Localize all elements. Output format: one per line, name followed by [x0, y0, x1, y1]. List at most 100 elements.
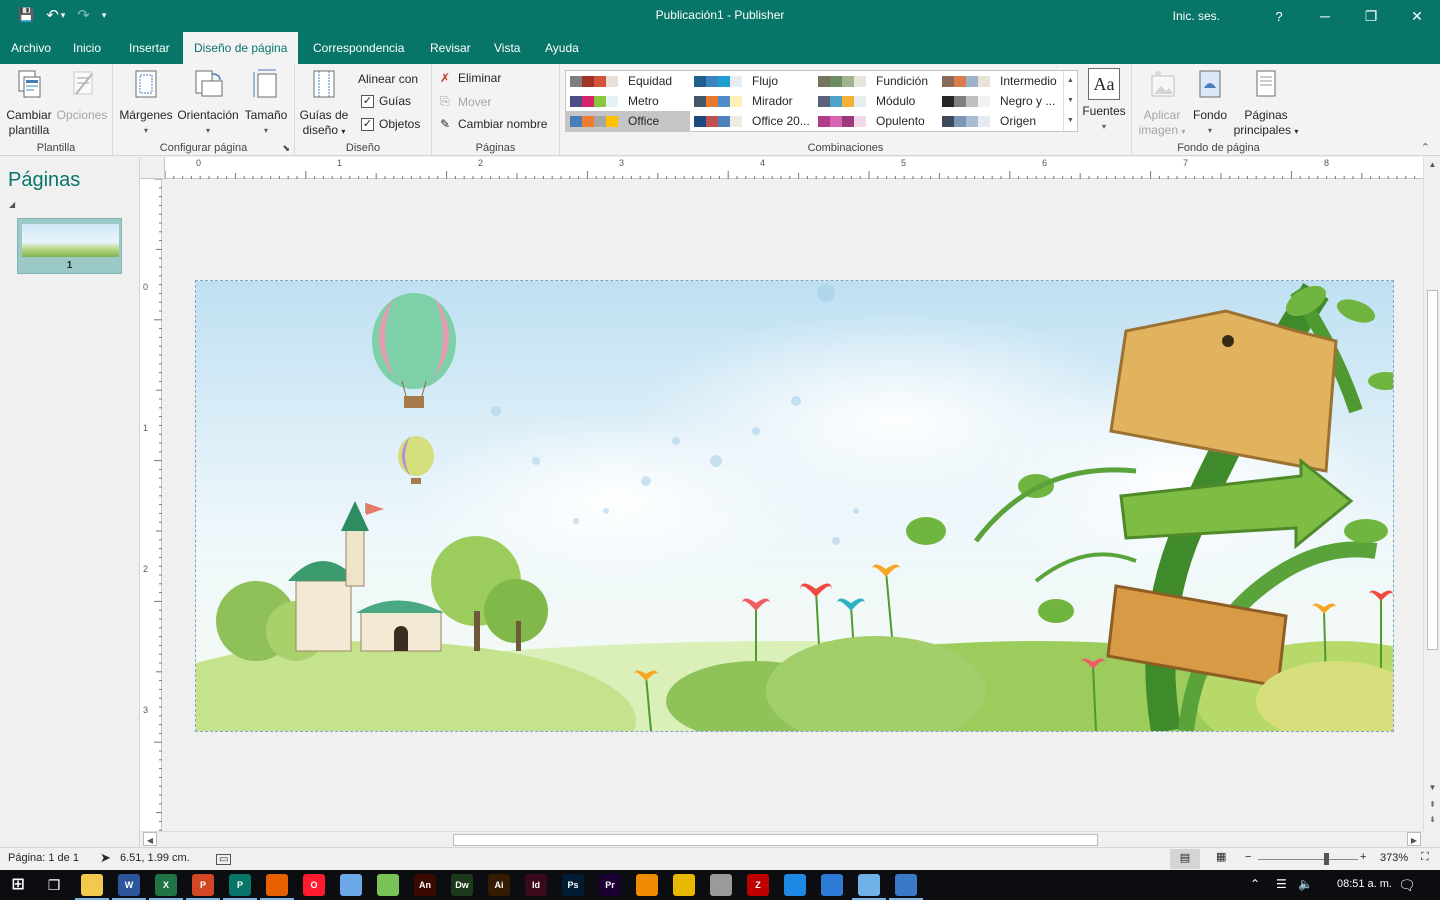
- color-scheme-item[interactable]: Origen: [938, 111, 1062, 131]
- taskbar-app-blue-icon[interactable]: [784, 874, 806, 896]
- taskbar-publisher-icon[interactable]: P: [223, 874, 257, 900]
- guias-checkbox[interactable]: ✓: [361, 94, 374, 108]
- color-scheme-item[interactable]: Intermedio: [938, 71, 1062, 91]
- color-scheme-item[interactable]: Módulo: [814, 91, 938, 111]
- paginas-principales-button[interactable]: Páginas principales ▾: [1232, 68, 1300, 139]
- fuentes-button[interactable]: Aa Fuentes ▾: [1079, 68, 1129, 134]
- color-scheme-item[interactable]: Office 20...: [690, 111, 814, 131]
- gallery-down-icon[interactable]: ▼: [1064, 91, 1077, 111]
- taskbar-app-yellow-icon[interactable]: [673, 874, 695, 896]
- clock[interactable]: 08:51 a. m.: [1337, 878, 1392, 890]
- taskbar-photoshop-icon[interactable]: Ps: [562, 874, 584, 896]
- taskbar-firefox-icon[interactable]: [260, 874, 294, 900]
- tab-inicio[interactable]: Inicio: [62, 32, 112, 64]
- two-page-view-icon[interactable]: ▦: [1216, 850, 1226, 863]
- notifications-icon[interactable]: 🗨: [1398, 877, 1416, 894]
- objetos-checkbox-row[interactable]: ✓ Objetos: [361, 117, 420, 131]
- tab-archivo[interactable]: Archivo: [0, 32, 62, 64]
- tab-insertar[interactable]: Insertar: [118, 32, 181, 64]
- pages-collapse-icon[interactable]: ◢: [9, 200, 15, 209]
- next-page-icon[interactable]: ⇟: [1424, 815, 1440, 824]
- guias-de-diseno-button[interactable]: Guías de diseño ▾: [299, 68, 349, 139]
- color-scheme-item[interactable]: Office: [566, 111, 690, 131]
- taskbar-paint-icon[interactable]: [889, 874, 923, 900]
- previous-page-icon[interactable]: ⇞: [1424, 800, 1440, 809]
- tab-revisar[interactable]: Revisar: [419, 32, 482, 64]
- eliminar-button[interactable]: ✗ Eliminar: [440, 71, 501, 85]
- orientacion-button[interactable]: Orientación ▾: [175, 68, 241, 138]
- scroll-down-icon[interactable]: ▼: [1424, 783, 1440, 792]
- tab-diseno-de-pagina[interactable]: Diseño de página: [183, 32, 299, 64]
- restore-button[interactable]: ❐: [1348, 8, 1394, 25]
- zoom-slider-thumb[interactable]: [1324, 853, 1329, 865]
- taskbar-box-app-icon[interactable]: [340, 874, 362, 896]
- opciones-button[interactable]: Opciones: [55, 68, 109, 123]
- scroll-up-icon[interactable]: ▲: [1424, 160, 1440, 169]
- volume-icon[interactable]: 🔈: [1298, 877, 1313, 891]
- sign-in-link[interactable]: Inic. ses.: [1173, 9, 1220, 23]
- zoom-slider-track[interactable]: [1258, 859, 1358, 860]
- objetos-checkbox[interactable]: ✓: [361, 117, 374, 131]
- single-page-view-icon[interactable]: ▤: [1170, 849, 1200, 869]
- color-scheme-item[interactable]: Metro: [566, 91, 690, 111]
- zoom-out-button[interactable]: −: [1245, 851, 1251, 863]
- horizontal-scrollbar[interactable]: ◀ ▶: [140, 831, 1423, 847]
- save-icon[interactable]: 💾: [18, 7, 34, 23]
- taskbar-animate-icon[interactable]: An: [414, 874, 436, 896]
- tamano-button[interactable]: Tamaño ▾: [242, 68, 290, 138]
- color-scheme-item[interactable]: Mirador: [690, 91, 814, 111]
- horizontal-scroll-thumb[interactable]: [453, 834, 1098, 846]
- scroll-right-icon[interactable]: ▶: [1407, 832, 1421, 846]
- taskbar-premiere-icon[interactable]: Pr: [599, 874, 621, 896]
- vertical-ruler[interactable]: 0 1 2 3: [140, 178, 162, 831]
- color-scheme-item[interactable]: Opulento: [814, 111, 938, 131]
- fit-page-icon[interactable]: ⛶: [1421, 851, 1429, 864]
- network-icon[interactable]: ☰: [1276, 877, 1287, 891]
- customize-qat-icon[interactable]: ▾: [102, 10, 107, 21]
- page-count-status[interactable]: Página: 1 de 1: [8, 852, 79, 864]
- gallery-up-icon[interactable]: ▲: [1064, 71, 1077, 91]
- margenes-button[interactable]: Márgenes ▾: [118, 68, 174, 138]
- taskbar-vlc-icon[interactable]: [636, 874, 658, 896]
- taskbar-app-list-icon[interactable]: [852, 874, 886, 900]
- zoom-in-button[interactable]: +: [1360, 851, 1366, 863]
- undo-icon[interactable]: ↶: [46, 6, 59, 24]
- collapse-ribbon-icon[interactable]: ⌃: [1421, 141, 1430, 154]
- tab-correspondencia[interactable]: Correspondencia: [302, 32, 415, 64]
- zoom-level[interactable]: 373%: [1380, 852, 1408, 864]
- vertical-scroll-thumb[interactable]: [1427, 290, 1438, 650]
- publication-page[interactable]: [195, 280, 1394, 732]
- ruler-corner[interactable]: [140, 157, 165, 179]
- taskbar-file-explorer-icon[interactable]: [75, 874, 109, 900]
- mover-button[interactable]: ⎘ Mover: [440, 94, 491, 109]
- guias-checkbox-row[interactable]: ✓ Guías: [361, 94, 411, 108]
- background-illustration[interactable]: [196, 281, 1393, 731]
- color-scheme-item[interactable]: Negro y ...: [938, 91, 1062, 111]
- undo-dropdown-icon[interactable]: ▾: [61, 10, 66, 21]
- cambiar-nombre-button[interactable]: ✎ Cambiar nombre: [440, 117, 547, 131]
- taskbar-app-notes-icon[interactable]: [821, 874, 843, 896]
- minimize-button[interactable]: ─: [1302, 8, 1348, 24]
- help-button[interactable]: ?: [1256, 9, 1302, 24]
- close-button[interactable]: ✕: [1394, 8, 1440, 25]
- page-thumbnail-1[interactable]: 1: [17, 218, 122, 274]
- cambiar-plantilla-button[interactable]: Cambiar plantilla: [4, 68, 54, 138]
- fondo-button[interactable]: Fondo ▾: [1188, 68, 1232, 138]
- color-scheme-item[interactable]: Flujo: [690, 71, 814, 91]
- tab-vista[interactable]: Vista: [483, 32, 531, 64]
- taskbar-indesign-icon[interactable]: Id: [525, 874, 547, 896]
- taskbar-dreamweaver-icon[interactable]: Dw: [451, 874, 473, 896]
- horizontal-ruler[interactable]: 0 1 2 3 4 5 6 7 8: [164, 157, 1423, 179]
- windows-start-icon[interactable]: ⊞: [7, 874, 29, 896]
- vertical-scrollbar[interactable]: ▲ ▼ ⇞ ⇟: [1423, 157, 1440, 831]
- taskbar-opera-icon[interactable]: O: [303, 874, 325, 896]
- dialog-launcher-icon[interactable]: ⬊: [282, 143, 290, 154]
- taskbar-app-gray-icon[interactable]: [710, 874, 732, 896]
- taskbar-excel-icon[interactable]: X: [149, 874, 183, 900]
- workspace[interactable]: [162, 180, 1423, 831]
- taskbar-illustrator-icon[interactable]: Ai: [488, 874, 510, 896]
- tray-chevron-icon[interactable]: ⌃: [1250, 877, 1260, 891]
- scroll-left-icon[interactable]: ◀: [143, 832, 157, 846]
- redo-icon[interactable]: ↷: [77, 6, 90, 24]
- taskbar-word-icon[interactable]: W: [112, 874, 146, 900]
